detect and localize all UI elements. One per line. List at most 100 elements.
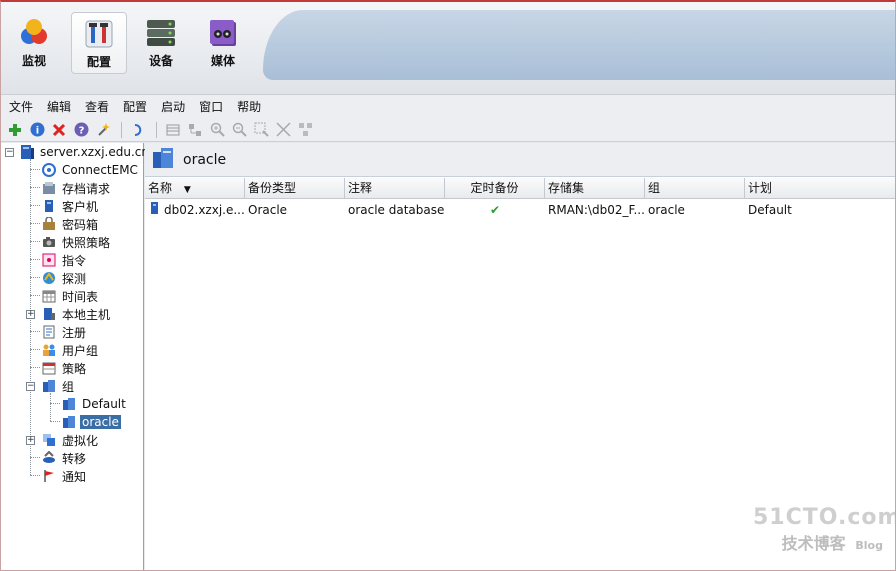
tree-view-icon[interactable]	[185, 120, 205, 140]
content-pane: oracle 名称 ▼ 备份类型 注释 定时备份 存储集 组 计划 db02.x…	[145, 143, 895, 570]
layout-icon[interactable]	[295, 120, 315, 140]
menu-configure[interactable]: 配置	[123, 98, 147, 115]
tree-item-label: 策略	[62, 361, 87, 376]
group-icon	[151, 147, 175, 172]
menu-start[interactable]: 启动	[161, 98, 185, 115]
add-icon[interactable]	[5, 120, 25, 140]
help-icon[interactable]: ?	[71, 120, 91, 140]
tree-item-virtualization[interactable]: 虚拟化	[41, 431, 100, 449]
column-header-group[interactable]: 组	[645, 178, 745, 199]
server-icon	[19, 144, 35, 160]
menu-file[interactable]: 文件	[9, 98, 33, 115]
tree-item-notifications[interactable]: 通知	[41, 467, 88, 485]
tree-item-label: 转移	[62, 451, 87, 466]
tree-item-group-default[interactable]: Default	[61, 395, 128, 413]
tree-line	[30, 241, 40, 242]
column-header-label: 存储集	[548, 181, 585, 195]
info-icon[interactable]: i	[27, 120, 47, 140]
column-header-label: 组	[648, 181, 661, 195]
column-header-scheduled[interactable]: 定时备份	[445, 178, 545, 199]
select-icon[interactable]	[251, 120, 271, 140]
column-header-storage-set[interactable]: 存储集	[545, 178, 645, 199]
column-header-name[interactable]: 名称 ▼	[145, 178, 245, 199]
menu-window[interactable]: 窗口	[199, 98, 223, 115]
archive-request-icon	[41, 180, 57, 196]
tree-line	[30, 259, 40, 260]
tree-line	[30, 205, 40, 206]
cell-comment: oracle database	[345, 200, 445, 220]
tree-item-label: 虚拟化	[62, 433, 99, 448]
devices-icon	[147, 20, 175, 46]
tree-root[interactable]: server.xzxj.edu.cn	[19, 143, 151, 161]
nav-label: 设备	[148, 54, 173, 68]
directive-icon	[41, 252, 57, 268]
user-group-icon	[41, 342, 57, 358]
list-view-icon[interactable]	[163, 120, 183, 140]
table-row[interactable]: db02.xzxj.e... Oracle oracle database ✔ …	[145, 200, 895, 220]
tree-expander[interactable]: +	[26, 310, 35, 319]
nav-devices-button[interactable]: 设备	[133, 12, 189, 74]
tree-expander[interactable]: +	[26, 436, 35, 445]
probe-icon	[41, 270, 57, 286]
wand-icon[interactable]	[93, 120, 113, 140]
group-icon	[61, 414, 77, 430]
configure-icon	[85, 20, 113, 48]
tree-item-label: 组	[62, 379, 75, 394]
watermark-line3: Blog	[855, 539, 883, 552]
column-header-label: 注释	[348, 181, 373, 195]
nav-label: 媒体	[210, 54, 235, 68]
nav-configure-button[interactable]: 配置	[71, 12, 127, 74]
fit-icon[interactable]	[273, 120, 293, 140]
column-header-schedule[interactable]: 计划	[745, 178, 895, 199]
tree-item-localhost[interactable]: 本地主机	[41, 305, 112, 323]
watermark: 51CTO.com 技术博客 Blog	[753, 505, 895, 561]
toolbar-separator	[121, 121, 122, 138]
tree-line	[30, 331, 40, 332]
tree-line	[30, 367, 40, 368]
tree-item-group-oracle[interactable]: oracle	[61, 413, 121, 431]
tree-item-migration[interactable]: 转移	[41, 449, 88, 467]
cell-name: db02.xzxj.e...	[147, 200, 245, 220]
tree-item-label: Default	[82, 397, 126, 411]
tree-line	[50, 403, 60, 404]
menu-help[interactable]: 帮助	[237, 98, 261, 115]
nav-monitor-button[interactable]: 监视	[6, 12, 62, 74]
svg-text:?: ?	[78, 126, 84, 137]
column-header-label: 名称	[148, 181, 173, 195]
cell-group: oracle	[645, 200, 745, 220]
tree-item-directives[interactable]: 指令	[41, 251, 88, 269]
tree-item-label: oracle	[80, 415, 121, 429]
nav-label: 配置	[86, 55, 111, 69]
tree-item-user-groups[interactable]: 用户组	[41, 341, 100, 359]
tree-item-policies[interactable]: 策略	[41, 359, 88, 377]
column-header-backup-type[interactable]: 备份类型	[245, 178, 345, 199]
tree-item-snapshot-policies[interactable]: 快照策略	[41, 233, 112, 251]
toolbar: i ?	[1, 118, 895, 142]
nav-media-button[interactable]: 媒体	[195, 12, 251, 74]
check-icon: ✔	[445, 200, 545, 220]
tree-item-probes[interactable]: 探测	[41, 269, 88, 287]
tree-item-lockbox[interactable]: 密码箱	[41, 215, 100, 233]
policy-icon	[41, 360, 57, 376]
cell-text: Default	[748, 203, 792, 217]
cell-text: ✔	[489, 203, 501, 217]
zoom-out-icon[interactable]	[229, 120, 249, 140]
column-header-comment[interactable]: 注释	[345, 178, 445, 199]
tree-expander[interactable]: −	[5, 148, 14, 157]
tree-item-archive-requests[interactable]: 存档请求	[41, 179, 112, 197]
tree-item-clients[interactable]: 客户机	[41, 197, 100, 215]
menu-edit[interactable]: 编辑	[47, 98, 71, 115]
delete-icon[interactable]	[49, 120, 69, 140]
tree-item-registration[interactable]: 注册	[41, 323, 88, 341]
cell-storage: RMAN:\db02_F...	[545, 200, 645, 220]
zoom-in-icon[interactable]	[207, 120, 227, 140]
menu-view[interactable]: 查看	[85, 98, 109, 115]
tree-item-label: 指令	[62, 253, 87, 268]
tree-item-groups[interactable]: 组	[41, 377, 76, 395]
undo-icon[interactable]	[128, 120, 148, 140]
tree-item-schedules[interactable]: 时间表	[41, 287, 100, 305]
group-icon	[41, 378, 57, 394]
tree-item-connectemc[interactable]: ConnectEMC	[41, 161, 140, 179]
tree-line	[50, 393, 51, 421]
tree-expander[interactable]: −	[26, 382, 35, 391]
